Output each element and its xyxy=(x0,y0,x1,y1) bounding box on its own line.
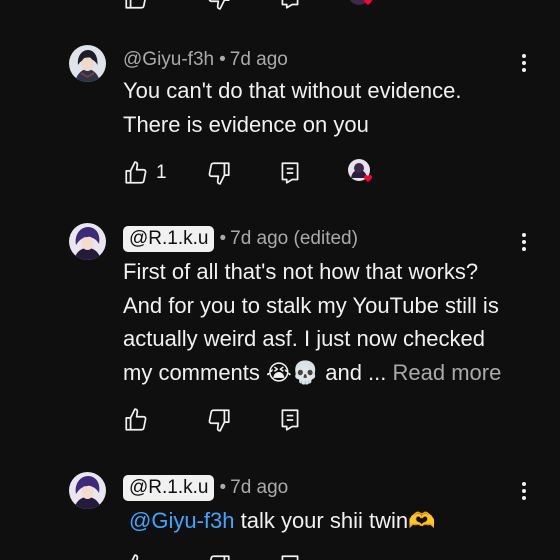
previous-dislike-button[interactable] xyxy=(206,0,232,12)
comment-meta: @R.1.k.u • 7d ago (edited) xyxy=(123,225,358,253)
dislike-button[interactable] xyxy=(206,552,232,560)
comment-line: You can't do that without evidence. xyxy=(123,78,462,103)
more-options-button[interactable] xyxy=(516,52,532,74)
comment-time: 7d ago xyxy=(229,49,288,70)
separator-dot: • xyxy=(219,228,227,249)
riku-avatar-image xyxy=(69,472,106,509)
comment-time: 7d ago (edited) xyxy=(230,228,358,249)
read-more-link[interactable]: Read more xyxy=(393,360,502,385)
previous-creator-heart xyxy=(347,0,377,12)
thumbs-down-icon xyxy=(209,555,230,560)
reply-button[interactable] xyxy=(277,552,303,560)
comment-line: actually weird asf. I just now checked xyxy=(123,326,485,351)
comment-line-last: my comments 😭💀 and ... Read more xyxy=(123,356,533,390)
comment-line: my comments 😭💀 and ... xyxy=(123,359,393,385)
creator-heart-icon xyxy=(349,0,372,5)
comment-meta: @R.1.k.u • 7d ago xyxy=(123,474,288,502)
dislike-button[interactable] xyxy=(206,159,232,187)
previous-comment-actions xyxy=(121,0,421,12)
reply-button[interactable] xyxy=(277,159,303,187)
thumbs-up-icon xyxy=(125,161,147,184)
comment-text: @Giyu-f3h talk your shii twin🫶 xyxy=(129,504,539,538)
previous-reply-button[interactable] xyxy=(277,0,303,12)
more-options-button[interactable] xyxy=(516,480,532,502)
creator-heart-icon xyxy=(348,159,372,182)
comment-line: First of all that's not how that works? xyxy=(123,259,479,284)
like-button[interactable]: 1 xyxy=(123,159,167,187)
more-options-button[interactable] xyxy=(516,231,532,253)
more-vert-dot xyxy=(522,496,526,500)
thumbs-up-icon xyxy=(131,554,139,560)
giyu-avatar-image xyxy=(69,45,106,82)
previous-like-button[interactable] xyxy=(123,0,149,12)
comment-text: First of all that's not how that works? … xyxy=(123,255,533,389)
more-vert-icon xyxy=(522,54,526,58)
comment-actions xyxy=(121,406,421,434)
separator-dot: • xyxy=(219,49,226,70)
comments-screen: @Giyu-f3h • 7d ago You can't do that wit… xyxy=(0,0,560,560)
comment-time: 7d ago xyxy=(230,477,289,498)
thumbs-up-icon xyxy=(125,0,146,9)
like-button[interactable] xyxy=(123,406,149,434)
separator-dot: • xyxy=(219,477,227,498)
comment-line: And for you to stalk my YouTube still is xyxy=(123,292,499,318)
thumbs-down-icon xyxy=(208,409,230,432)
more-vert-icon xyxy=(522,233,526,237)
reply-icon xyxy=(281,0,299,9)
riku-avatar-image xyxy=(69,223,106,260)
comment-text: You can't do that without evidence. Ther… xyxy=(123,74,533,141)
more-vert-dot xyxy=(522,61,526,65)
comment-line: @Giyu-f3h talk your shii twin🫶 xyxy=(129,504,539,538)
reply-icon xyxy=(281,555,299,560)
comment-actions: 1 xyxy=(121,159,421,187)
avatar[interactable] xyxy=(69,472,106,509)
mention-link[interactable]: @Giyu-f3h xyxy=(129,508,234,533)
more-vert-dot xyxy=(522,247,526,251)
avatar[interactable] xyxy=(69,45,106,82)
comment-author[interactable]: @Giyu-f3h xyxy=(123,49,214,71)
dislike-button[interactable] xyxy=(206,406,232,434)
thumbs-up-icon xyxy=(125,408,147,431)
author-chip[interactable]: @R.1.k.u xyxy=(123,226,215,252)
more-vert-dot xyxy=(522,240,526,244)
more-vert-dot xyxy=(522,489,526,493)
reply-icon xyxy=(281,409,299,431)
more-vert-icon xyxy=(522,482,526,486)
reply-button[interactable] xyxy=(277,406,303,434)
comment-reply-text: talk your shii twin🫶 xyxy=(234,508,436,533)
reply-icon xyxy=(281,162,299,184)
thumbs-down-icon xyxy=(208,0,230,10)
author-chip[interactable]: @R.1.k.u xyxy=(123,475,215,501)
avatar[interactable] xyxy=(69,223,106,260)
like-count: 1 xyxy=(156,162,167,183)
like-button[interactable] xyxy=(123,552,149,560)
thumbs-down-icon xyxy=(208,162,230,185)
creator-heart xyxy=(347,158,377,188)
comment-meta: @Giyu-f3h • 7d ago xyxy=(123,46,288,74)
more-vert-dot xyxy=(522,68,526,72)
comment-actions-cut xyxy=(121,552,421,560)
comment-line: There is evidence on you xyxy=(123,111,369,137)
